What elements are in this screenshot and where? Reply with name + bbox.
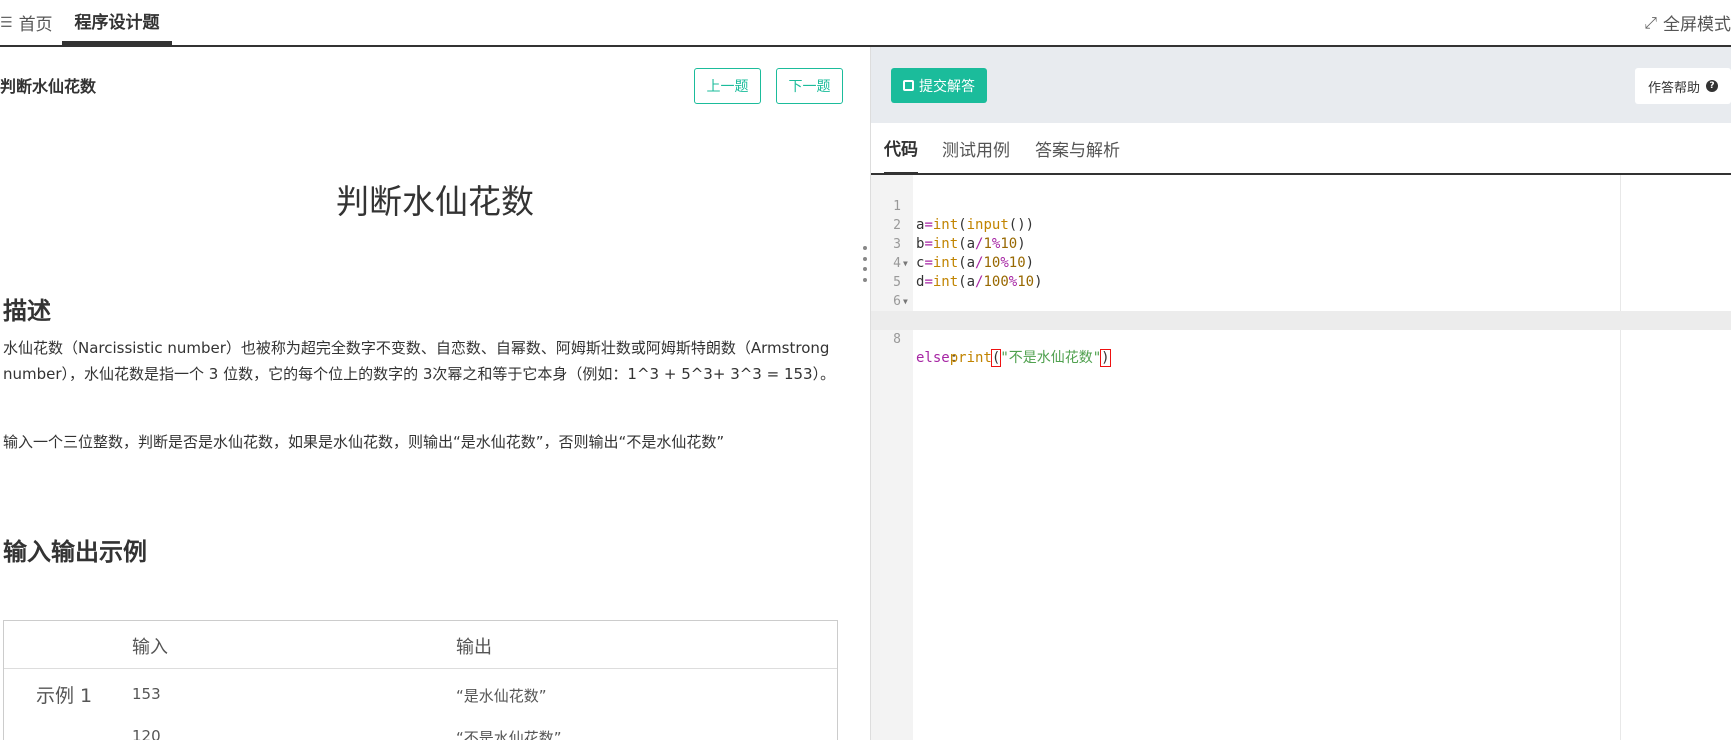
table-cell-output: “不是水仙花数” [456,729,562,740]
prev-question-button[interactable]: 上一题 [694,68,761,104]
problem-header-title: 判断水仙花数 [0,77,97,96]
tab-code[interactable]: 代码 [884,123,918,175]
table-cell-output: “是水仙花数” [456,687,547,705]
list-icon: ☰ [0,14,13,31]
nav-home-link[interactable]: ☰ 首页 [0,0,53,45]
editor-panel: 提交解答 作答帮助 ? 代码 测试用例 答案与解析 1 a=int(input(… [871,47,1731,740]
table-cell-input: 153 [132,685,161,703]
description-heading: 描述 [3,297,51,325]
example-label: 示例 1 [36,685,93,707]
question-circle-icon: ? [1706,80,1718,92]
resize-handle[interactable] [862,246,868,282]
tab-test-cases[interactable]: 测试用例 [942,123,1010,173]
code-editor[interactable]: 1 a=int(input()) 2 b=int(a/1%10) 3 c=int… [871,175,1731,740]
problem-title: 判断水仙花数 [336,182,534,221]
submit-answer-button[interactable]: 提交解答 [891,68,987,103]
code-line: 5 ▼ if a==(b**3+c**3+d**3): [871,254,1731,328]
description-paragraph-1: 水仙花数（Narcissistic number）也被称为超完全数字不变数、自恋… [3,339,836,383]
next-question-button[interactable]: 下一题 [776,68,843,104]
tab-programming[interactable]: 程序设计题 [62,0,172,45]
fullscreen-button[interactable]: ⤢ 全屏模式 [1644,0,1731,45]
answer-help-button[interactable]: 作答帮助 ? [1635,68,1731,104]
table-cell-input: 120 [132,727,161,740]
editor-tabs: 代码 测试用例 答案与解析 [871,123,1731,175]
code-line: 2 b=int(a/1%10) [871,197,1731,252]
io-examples-heading: 输入输出示例 [3,538,147,566]
column-header-input: 输入 [132,637,168,658]
description-paragraph-2: 输入一个三位整数，判断是否是水仙花数，如果是水仙花数，则输出“是水仙花数”，否则… [3,433,725,451]
code-line: 4 d=int(a/100%10) [871,235,1731,290]
line-number: 8 [893,332,901,347]
code-line: 7 ▼ else: [871,292,1731,366]
nav-home-label: 首页 [18,15,53,35]
top-navbar: ☰ 首页 程序设计题 ⤢ 全屏模式 [0,0,1731,47]
table-header-row: 输入 输出 [4,621,837,669]
editor-toolbar: 提交解答 作答帮助 ? [871,47,1731,123]
tab-programming-label: 程序设计题 [74,13,160,33]
code-line: 6 print("是水仙花数") [871,273,1731,328]
problem-panel: 判断水仙花数 上一题 下一题 判断水仙花数 描述 水仙花数（Narcissist… [0,47,870,740]
code-line: 1 a=int(input()) [871,178,1731,233]
fullscreen-label: 全屏模式 [1663,15,1731,35]
submit-answer-label: 提交解答 [919,78,975,95]
io-examples-table: 输入 输出 示例 1 153 “是水仙花数” 120 “不是水仙花数” [3,620,838,740]
fold-caret-icon[interactable]: ▼ [903,292,908,311]
answer-help-label: 作答帮助 [1647,80,1700,96]
save-icon [903,80,914,91]
code-line: 3 c=int(a/10%10) [871,216,1731,271]
expand-icon: ⤢ [1644,12,1657,32]
code-line-active: 8 print("不是水仙花数") [871,311,1731,367]
code-line-text: print("不是水仙花数") [949,349,1111,367]
column-header-output: 输出 [456,637,492,658]
fold-caret-icon[interactable]: ▼ [903,254,908,273]
tab-answer-analysis[interactable]: 答案与解析 [1035,123,1120,173]
